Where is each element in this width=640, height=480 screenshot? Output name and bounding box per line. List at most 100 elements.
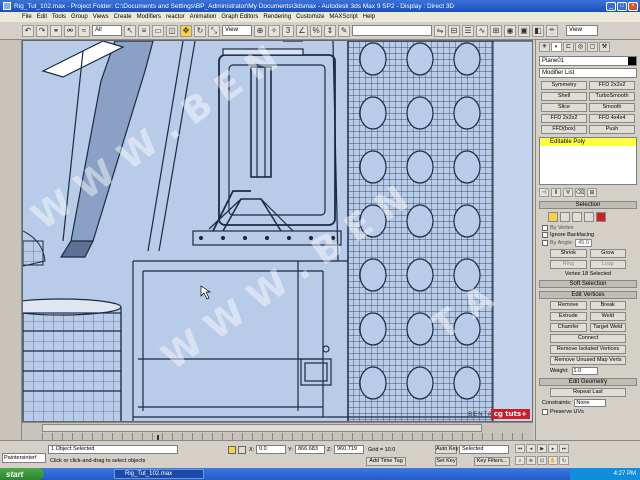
manipulate-icon[interactable]: ✧ (268, 24, 280, 37)
track-bar[interactable] (42, 433, 532, 440)
object-color-swatch[interactable] (628, 57, 636, 65)
tab-utilities-icon[interactable]: ⚒ (599, 42, 610, 52)
select-and-move-icon[interactable]: ✥ (180, 24, 192, 37)
modifier-button-push[interactable]: Push (589, 125, 635, 134)
redo-icon[interactable]: ↷ (36, 24, 48, 37)
rollout-soft-selection[interactable]: Soft Selection (539, 280, 637, 288)
element-mode-icon[interactable] (596, 212, 606, 222)
preserve-uvs-checkbox[interactable]: Preserve UVs (542, 409, 634, 415)
percent-snap-icon[interactable]: % (310, 24, 322, 37)
spinner-snap-icon[interactable]: ⇕ (324, 24, 336, 37)
edit-named-selection-icon[interactable]: ✎ (338, 24, 350, 37)
layer-manager-icon[interactable]: ☰ (462, 24, 474, 37)
key-mode-select[interactable]: Selected (459, 445, 509, 454)
remove-button[interactable]: Remove (550, 301, 587, 310)
loop-button[interactable]: Loop (589, 260, 626, 269)
grow-button[interactable]: Grow (589, 249, 626, 258)
menu-group[interactable]: Group (71, 14, 88, 20)
shrink-button[interactable]: Shrink (550, 249, 587, 258)
modifier-button-turbosmooth[interactable]: TurboSmooth (589, 92, 635, 101)
modifier-button-ffd444[interactable]: FFD 4x4x4 (589, 114, 635, 123)
menu-rendering[interactable]: Rendering (263, 14, 291, 20)
snaps-toggle-icon[interactable]: 3 (282, 24, 294, 37)
maximize-button[interactable]: □ (617, 1, 627, 11)
pin-stack-icon[interactable]: ⊣ (539, 188, 549, 197)
weight-field[interactable]: 1.0 (571, 367, 598, 375)
menu-create[interactable]: Create (114, 14, 132, 20)
rollout-selection[interactable]: Selection (539, 201, 637, 209)
menu-views[interactable]: Views (93, 14, 109, 20)
modifier-button-smooth[interactable]: Smooth (589, 103, 635, 112)
ignore-backfacing-checkbox[interactable]: Ignore Backfacing (542, 232, 634, 238)
rollout-edit-geometry[interactable]: Edit Geometry (539, 378, 637, 386)
menu-file[interactable]: File (22, 14, 32, 20)
remove-unused-map-verts-button[interactable]: Remove Unused Map Verts (550, 356, 626, 365)
x-coordinate-field[interactable]: 0.0 (256, 445, 286, 454)
time-slider[interactable] (42, 424, 482, 432)
material-editor-icon[interactable]: ◉ (504, 24, 516, 37)
minimize-button[interactable]: _ (606, 1, 616, 11)
by-angle-value[interactable]: 45.0 (575, 239, 592, 247)
connect-button[interactable]: Connect (550, 334, 626, 343)
undo-icon[interactable]: ↶ (22, 24, 34, 37)
angle-snap-icon[interactable]: ∠ (296, 24, 308, 37)
by-angle-checkbox[interactable]: By Angle: 45.0 (542, 239, 634, 247)
select-by-name-icon[interactable]: ≡ (138, 24, 150, 37)
maxscript-listener-field[interactable]: Paintersinterf (2, 453, 46, 463)
window-crossing-icon[interactable]: ◫ (166, 24, 178, 37)
menu-customize[interactable]: Customize (296, 14, 324, 20)
auto-key-button[interactable]: Auto Key (435, 445, 458, 454)
modifier-button-slice[interactable]: Slice (541, 103, 587, 112)
quick-render-icon[interactable]: ☕ (546, 24, 558, 37)
modifier-list-dropdown[interactable]: Modifier List (539, 68, 637, 78)
select-object-icon[interactable]: ↖ (124, 24, 136, 37)
make-unique-icon[interactable]: ∀ (563, 188, 573, 197)
y-coordinate-field[interactable]: 866.683 (295, 445, 325, 454)
object-name-field[interactable]: Plane01 (539, 56, 637, 66)
render-view-select[interactable]: View (566, 25, 598, 36)
rollout-edit-vertices[interactable]: Edit Vertices (539, 291, 637, 299)
link-icon[interactable]: ⚭ (50, 24, 62, 37)
pivot-center-icon[interactable]: ⊕ (254, 24, 266, 37)
tab-display-icon[interactable]: ▢ (587, 42, 598, 52)
configure-modifier-sets-icon[interactable]: ⊞ (587, 188, 597, 197)
modifier-button-ffd222-a[interactable]: FFD 2x2x2 (589, 81, 635, 90)
previous-frame-icon[interactable]: ◂ (526, 444, 536, 453)
selection-filter-select[interactable]: All (92, 25, 122, 36)
menu-maxscript[interactable]: MAXScript (329, 14, 357, 20)
next-frame-icon[interactable]: ▸ (548, 444, 558, 453)
zoom-extents-icon[interactable]: ⊡ (537, 456, 547, 465)
tab-hierarchy-icon[interactable]: ⊏ (563, 42, 574, 52)
polygon-mode-icon[interactable] (584, 212, 594, 222)
vertex-mode-icon[interactable] (548, 212, 558, 222)
remove-isolated-vertices-button[interactable]: Remove Isolated Vertices (550, 345, 626, 354)
menu-animation[interactable]: Animation (190, 14, 217, 20)
rectangular-selection-icon[interactable]: ▭ (152, 24, 164, 37)
ring-button[interactable]: Ring (550, 260, 587, 269)
play-icon[interactable]: ▶ (537, 444, 547, 453)
start-button[interactable]: start (0, 468, 44, 480)
zoom-icon[interactable]: ⌕ (515, 456, 525, 465)
add-time-tag-button[interactable]: Add Time Tag (366, 457, 406, 466)
menu-graph-editors[interactable]: Graph Editors (221, 14, 258, 20)
pan-icon[interactable]: ✋ (548, 456, 558, 465)
menu-reactor[interactable]: reactor (166, 14, 185, 20)
border-mode-icon[interactable] (572, 212, 582, 222)
select-and-rotate-icon[interactable]: ↻ (194, 24, 206, 37)
named-selection-set-select[interactable] (352, 25, 432, 36)
tab-motion-icon[interactable]: ◎ (575, 42, 586, 52)
unlink-icon[interactable]: ⚮ (64, 24, 76, 37)
align-icon[interactable]: ⊟ (448, 24, 460, 37)
menu-modifiers[interactable]: Modifiers (137, 14, 161, 20)
modifier-button-ffd222-b[interactable]: FFD 2x2x2 (541, 114, 587, 123)
reference-coord-select[interactable]: View (222, 25, 252, 36)
curve-editor-icon[interactable]: ∿ (476, 24, 488, 37)
close-button[interactable]: × (628, 1, 638, 11)
tab-modify-icon[interactable]: ◐ (551, 42, 562, 52)
go-to-start-icon[interactable]: ⏮ (515, 444, 525, 453)
modifier-button-ffdbox[interactable]: FFD(box) (541, 125, 587, 134)
menu-edit[interactable]: Edit (37, 14, 47, 20)
menu-tools[interactable]: Tools (52, 14, 66, 20)
orbit-icon[interactable]: ↻ (559, 456, 569, 465)
edge-mode-icon[interactable] (560, 212, 570, 222)
